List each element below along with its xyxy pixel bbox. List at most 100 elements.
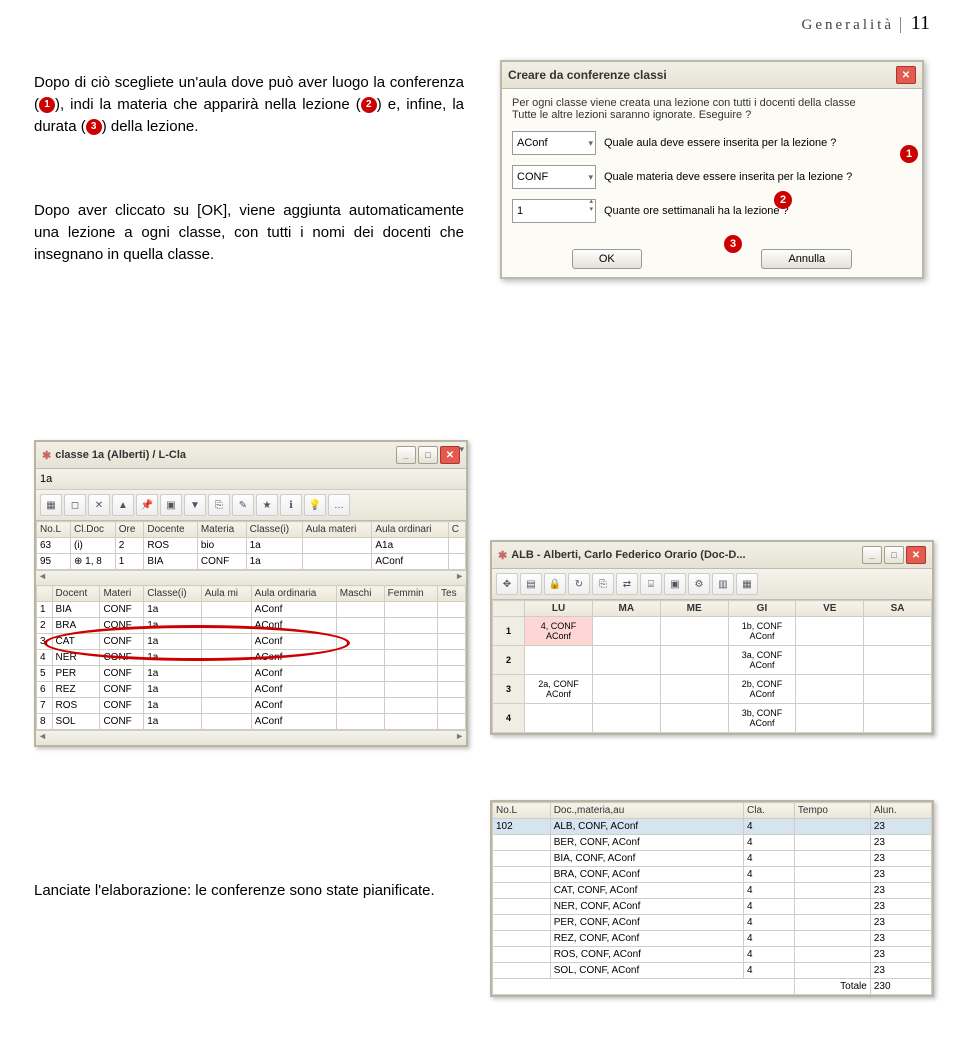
table-row[interactable]: 6REZCONF1aAConf [37, 682, 466, 698]
materia-combo[interactable]: CONF [512, 165, 596, 189]
table-row[interactable]: BRA, CONF, AConf423 [493, 867, 932, 883]
column-header[interactable]: Tes [438, 586, 466, 602]
day-header[interactable]: GI [728, 601, 796, 617]
table-row[interactable]: NER, CONF, AConf423 [493, 899, 932, 915]
timetable-cell[interactable] [525, 704, 593, 733]
timetable-cell[interactable] [660, 646, 728, 675]
day-header[interactable]: VE [796, 601, 864, 617]
table-row[interactable]: 1BIACONF1aAConf [37, 602, 466, 618]
column-header[interactable]: Docent [52, 586, 100, 602]
color-icon[interactable]: ▣ [160, 494, 182, 516]
minimize-icon[interactable]: _ [862, 546, 882, 564]
day-header[interactable]: ME [660, 601, 728, 617]
table-row[interactable]: BER, CONF, AConf423 [493, 835, 932, 851]
table-row[interactable]: 3CATCONF1aAConf [37, 634, 466, 650]
timetable-cell[interactable]: 3a, CONFAConf [728, 646, 796, 675]
ok-button[interactable]: OK [572, 249, 642, 269]
pin-icon[interactable]: 📌 [136, 494, 158, 516]
copy-icon[interactable]: ⎘ [592, 573, 614, 595]
table-row[interactable]: 8SOLCONF1aAConf [37, 714, 466, 730]
timetable-cell[interactable] [796, 617, 864, 646]
new-icon[interactable]: ◻ [64, 494, 86, 516]
tool1-icon[interactable]: ✎ [232, 494, 254, 516]
timetable-cell[interactable] [864, 646, 932, 675]
column-header[interactable]: Docente [144, 522, 197, 538]
timetable-cell[interactable] [864, 675, 932, 704]
column-header[interactable] [37, 586, 53, 602]
column-header[interactable]: Cl.Doc [71, 522, 116, 538]
cfg-icon[interactable]: ⚙ [688, 573, 710, 595]
timetable-cell[interactable] [864, 704, 932, 733]
column-header[interactable]: Cla. [744, 803, 795, 819]
timetable-cell[interactable] [592, 617, 660, 646]
timetable-cell[interactable] [796, 675, 864, 704]
day-header[interactable]: MA [592, 601, 660, 617]
table-row[interactable]: 4NERCONF1aAConf [37, 650, 466, 666]
table-row[interactable]: 63(i)2ROSbio1aA1a [37, 538, 466, 554]
lamp-icon[interactable]: 💡 [304, 494, 326, 516]
lock-icon[interactable]: 🔒 [544, 573, 566, 595]
table-row[interactable]: 5PERCONF1aAConf [37, 666, 466, 682]
timetable-row[interactable]: 32a, CONFAConf2b, CONFAConf [493, 675, 932, 704]
table-row[interactable]: 102ALB, CONF, AConf423 [493, 819, 932, 835]
table-row[interactable]: 95⊕ 1, 81BIACONF1aAConf [37, 554, 466, 570]
filter-icon[interactable]: ▼ [184, 494, 206, 516]
up-icon[interactable]: ▲ [112, 494, 134, 516]
tool2-icon[interactable]: ★ [256, 494, 278, 516]
column-header[interactable]: Maschi [336, 586, 384, 602]
dialog-titlebar[interactable]: Creare da conferenze classi ✕ [502, 62, 922, 89]
print-icon[interactable]: ⌸ [640, 573, 662, 595]
column-header[interactable]: Alun. [870, 803, 931, 819]
lessons-bot-grid[interactable]: DocentMateriClasse(i)Aula miAula ordinar… [36, 585, 466, 730]
timetable-row[interactable]: 23a, CONFAConf [493, 646, 932, 675]
ore-spinner[interactable]: 1 [512, 199, 596, 223]
grid-icon[interactable]: ▦ [40, 494, 62, 516]
maximize-icon[interactable]: □ [418, 446, 438, 464]
timetable-cell[interactable] [660, 675, 728, 704]
column-header[interactable]: Classe(i) [246, 522, 302, 538]
class-selector-combo[interactable]: 1a [40, 473, 80, 485]
refresh-icon[interactable]: ↻ [568, 573, 590, 595]
table-row[interactable]: ROS, CONF, AConf423 [493, 947, 932, 963]
info-icon[interactable]: ℹ [280, 494, 302, 516]
color-icon[interactable]: ▣ [664, 573, 686, 595]
win3-titlebar[interactable]: ✱ ALB - Alberti, Carlo Federico Orario (… [492, 542, 932, 569]
column-header[interactable]: Classe(i) [144, 586, 202, 602]
table-row[interactable]: REZ, CONF, AConf423 [493, 931, 932, 947]
timetable-cell[interactable]: 1b, CONFAConf [728, 617, 796, 646]
timetable-cell[interactable] [796, 646, 864, 675]
view-icon[interactable]: ▤ [520, 573, 542, 595]
close-icon[interactable]: ✕ [896, 66, 916, 84]
table-row[interactable]: 7ROSCONF1aAConf [37, 698, 466, 714]
timetable-cell[interactable] [592, 646, 660, 675]
day-header[interactable]: LU [525, 601, 593, 617]
column-header[interactable]: No.L [37, 522, 71, 538]
minimize-icon[interactable]: _ [396, 446, 416, 464]
table-row[interactable]: BIA, CONF, AConf423 [493, 851, 932, 867]
timetable-row[interactable]: 43b, CONFAConf [493, 704, 932, 733]
scrollbar[interactable] [36, 570, 466, 585]
column-header[interactable]: Aula ordinari [372, 522, 448, 538]
move-icon[interactable]: ✥ [496, 573, 518, 595]
table-row[interactable]: 2BRACONF1aAConf [37, 618, 466, 634]
table-row[interactable]: SOL, CONF, AConf423 [493, 963, 932, 979]
timetable-cell[interactable] [796, 704, 864, 733]
timetable-cell[interactable]: 3b, CONFAConf [728, 704, 796, 733]
column-header[interactable]: Doc.,materia,au [550, 803, 743, 819]
timetable-cell[interactable] [592, 675, 660, 704]
timetable-cell[interactable]: 4, CONFAConf [525, 617, 593, 646]
table-row[interactable]: PER, CONF, AConf423 [493, 915, 932, 931]
timetable-grid[interactable]: LUMAMEGIVESA14, CONFAConf1b, CONFAConf23… [492, 600, 932, 733]
column-header[interactable]: Femmin [384, 586, 437, 602]
link-icon[interactable]: ⎘ [208, 494, 230, 516]
delete-icon[interactable]: ✕ [88, 494, 110, 516]
merge-icon[interactable]: ▦ [736, 573, 758, 595]
summary-grid[interactable]: No.LDoc.,materia,auCla.TempoAlun.102ALB,… [492, 802, 932, 995]
close-icon[interactable]: ✕ [906, 546, 926, 564]
table-row[interactable]: CAT, CONF, AConf423 [493, 883, 932, 899]
timetable-cell[interactable] [660, 617, 728, 646]
column-header[interactable]: Aula mi [201, 586, 251, 602]
aula-combo[interactable]: AConf [512, 131, 596, 155]
column-header[interactable]: Materia [197, 522, 246, 538]
swap-icon[interactable]: ⇄ [616, 573, 638, 595]
